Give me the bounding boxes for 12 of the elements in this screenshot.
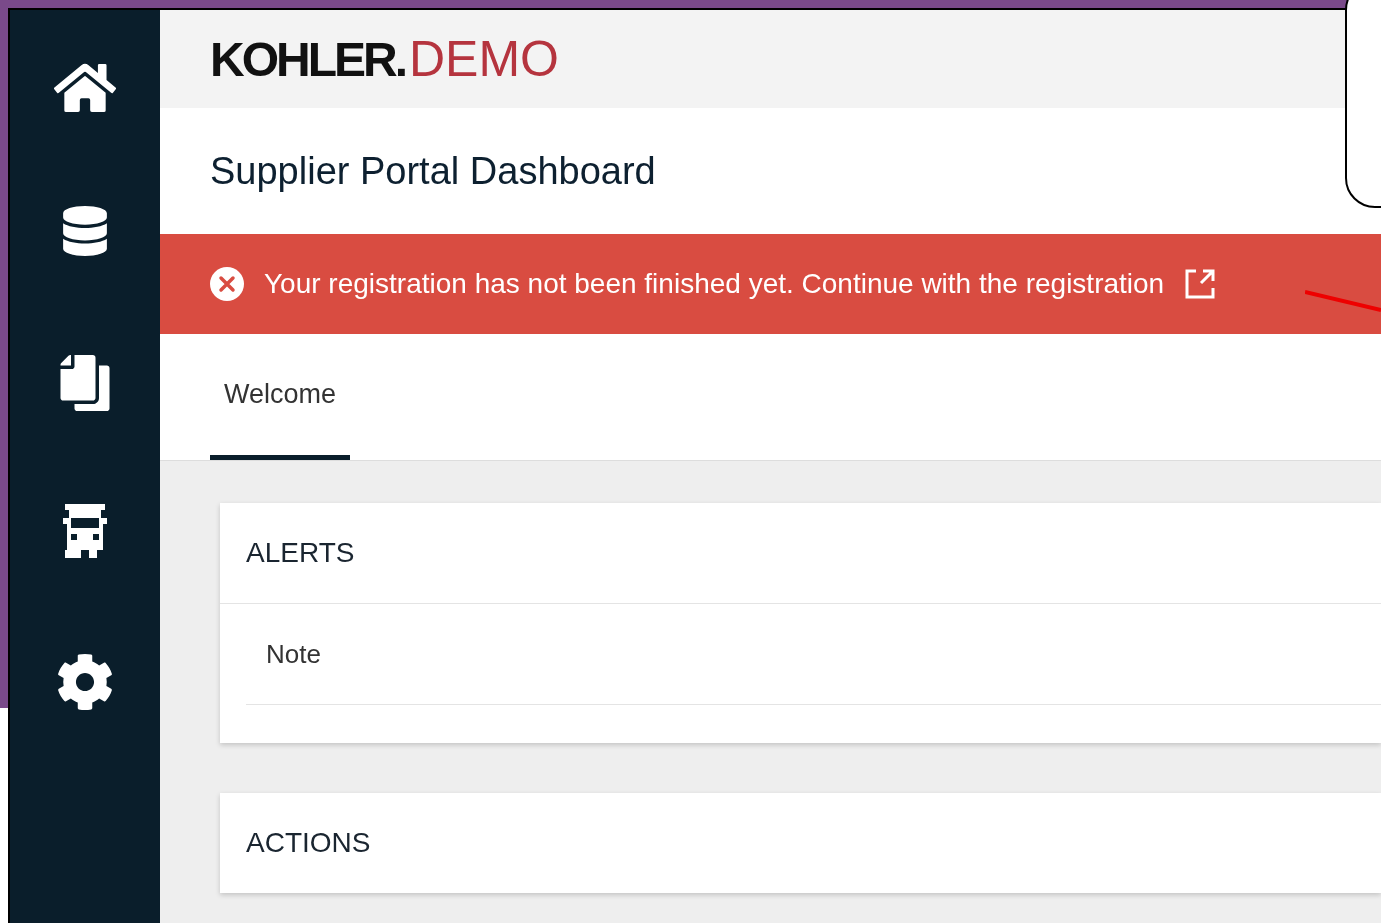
database-icon [60,206,110,256]
error-icon [210,267,244,301]
page-title: Supplier Portal Dashboard [210,149,656,193]
banner-message: Your registration has not been finished yet. Continue with the registration [264,268,1165,300]
card-title: ALERTS [220,503,1381,604]
external-link-icon[interactable] [1184,268,1217,300]
tab[interactable]: Welcome [210,334,351,460]
list-row: Note [246,604,1381,705]
logo-suffix: DEMO [409,30,559,88]
card-title: ACTIONS [245,826,372,860]
brand-logo: KOHLER. [210,31,405,87]
settings-icon [56,653,114,711]
